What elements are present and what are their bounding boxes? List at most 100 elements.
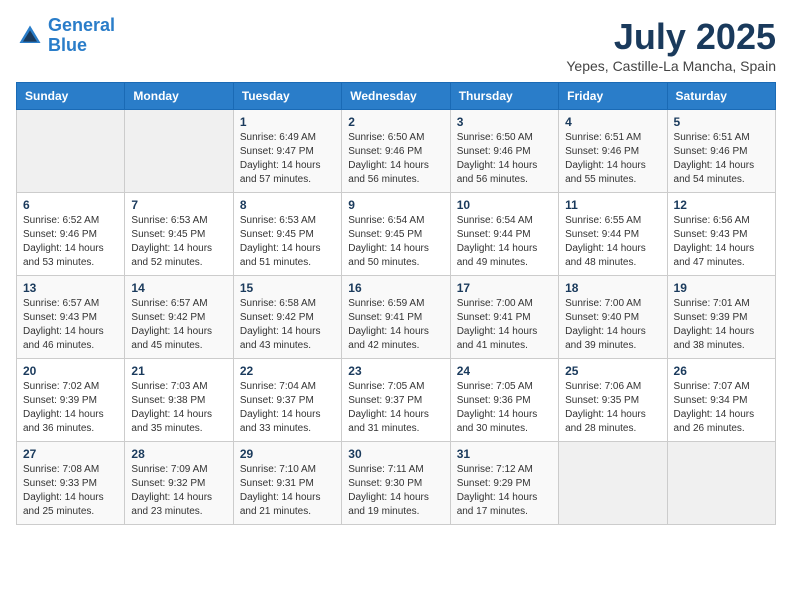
day-info: Sunrise: 7:06 AM Sunset: 9:35 PM Dayligh… bbox=[565, 380, 660, 436]
calendar-cell: 9 Sunrise: 6:54 AM Sunset: 9:45 PM Daylig… bbox=[342, 193, 450, 276]
day-info: Sunrise: 6:51 AM Sunset: 9:46 PM Dayligh… bbox=[674, 131, 769, 187]
day-number: 29 bbox=[240, 447, 335, 461]
calendar-cell: 13Sunrise: 6:57 AM Sunset: 9:43 PM Dayli… bbox=[17, 276, 125, 359]
calendar-cell: 3 Sunrise: 6:50 AM Sunset: 9:46 PM Daylig… bbox=[450, 110, 558, 193]
day-info: Sunrise: 6:56 AM Sunset: 9:43 PM Dayligh… bbox=[674, 214, 769, 270]
day-number: 22 bbox=[240, 364, 335, 378]
day-info: Sunrise: 7:11 AM Sunset: 9:30 PM Dayligh… bbox=[348, 463, 443, 519]
day-info: Sunrise: 7:01 AM Sunset: 9:39 PM Dayligh… bbox=[674, 297, 769, 353]
calendar-cell: 24Sunrise: 7:05 AM Sunset: 9:36 PM Dayli… bbox=[450, 359, 558, 442]
day-info: Sunrise: 6:59 AM Sunset: 9:41 PM Dayligh… bbox=[348, 297, 443, 353]
calendar-cell bbox=[17, 110, 125, 193]
logo-icon bbox=[16, 22, 44, 50]
weekday-header-thursday: Thursday bbox=[450, 83, 558, 110]
calendar-cell: 22 Sunrise: 7:04 AM Sunset: 9:37 PM Dayli… bbox=[233, 359, 341, 442]
day-number: 2 bbox=[348, 115, 443, 129]
calendar-week-2: 6 Sunrise: 6:52 AM Sunset: 9:46 PM Daylig… bbox=[17, 193, 776, 276]
calendar-cell: 15 Sunrise: 6:58 AM Sunset: 9:42 PM Dayli… bbox=[233, 276, 341, 359]
day-info: Sunrise: 7:09 AM Sunset: 9:32 PM Dayligh… bbox=[131, 463, 226, 519]
title-area: July 2025 Yepes, Castille-La Mancha, Spa… bbox=[566, 16, 776, 74]
day-number: 20 bbox=[23, 364, 118, 378]
day-info: Sunrise: 6:55 AM Sunset: 9:44 PM Dayligh… bbox=[565, 214, 660, 270]
day-number: 17 bbox=[457, 281, 552, 295]
day-info: Sunrise: 6:50 AM Sunset: 9:46 PM Dayligh… bbox=[348, 131, 443, 187]
calendar-cell: 16Sunrise: 6:59 AM Sunset: 9:41 PM Dayli… bbox=[342, 276, 450, 359]
day-number: 21 bbox=[131, 364, 226, 378]
calendar-cell: 23 Sunrise: 7:05 AM Sunset: 9:37 PM Dayli… bbox=[342, 359, 450, 442]
page-header: General Blue July 2025 Yepes, Castille-L… bbox=[16, 16, 776, 74]
calendar-cell: 26 Sunrise: 7:07 AM Sunset: 9:34 PM Dayli… bbox=[667, 359, 775, 442]
day-info: Sunrise: 6:57 AM Sunset: 9:42 PM Dayligh… bbox=[131, 297, 226, 353]
day-info: Sunrise: 7:04 AM Sunset: 9:37 PM Dayligh… bbox=[240, 380, 335, 436]
day-info: Sunrise: 7:02 AM Sunset: 9:39 PM Dayligh… bbox=[23, 380, 118, 436]
day-info: Sunrise: 7:10 AM Sunset: 9:31 PM Dayligh… bbox=[240, 463, 335, 519]
calendar-cell: 1 Sunrise: 6:49 AM Sunset: 9:47 PM Daylig… bbox=[233, 110, 341, 193]
calendar-cell: 29 Sunrise: 7:10 AM Sunset: 9:31 PM Dayli… bbox=[233, 442, 341, 525]
day-number: 28 bbox=[131, 447, 226, 461]
day-number: 1 bbox=[240, 115, 335, 129]
day-number: 4 bbox=[565, 115, 660, 129]
calendar-cell: 27Sunrise: 7:08 AM Sunset: 9:33 PM Dayli… bbox=[17, 442, 125, 525]
calendar-cell: 10 Sunrise: 6:54 AM Sunset: 9:44 PM Dayli… bbox=[450, 193, 558, 276]
calendar-cell: 20 Sunrise: 7:02 AM Sunset: 9:39 PM Dayli… bbox=[17, 359, 125, 442]
day-info: Sunrise: 6:52 AM Sunset: 9:46 PM Dayligh… bbox=[23, 214, 118, 270]
day-number: 30 bbox=[348, 447, 443, 461]
calendar-week-4: 20 Sunrise: 7:02 AM Sunset: 9:39 PM Dayli… bbox=[17, 359, 776, 442]
calendar-table: SundayMondayTuesdayWednesdayThursdayFrid… bbox=[16, 82, 776, 525]
day-number: 18 bbox=[565, 281, 660, 295]
day-number: 5 bbox=[674, 115, 769, 129]
calendar-title: July 2025 bbox=[566, 16, 776, 58]
day-number: 8 bbox=[240, 198, 335, 212]
calendar-cell: 18 Sunrise: 7:00 AM Sunset: 9:40 PM Dayli… bbox=[559, 276, 667, 359]
day-info: Sunrise: 7:03 AM Sunset: 9:38 PM Dayligh… bbox=[131, 380, 226, 436]
calendar-cell: 30 Sunrise: 7:11 AM Sunset: 9:30 PM Dayli… bbox=[342, 442, 450, 525]
day-info: Sunrise: 6:58 AM Sunset: 9:42 PM Dayligh… bbox=[240, 297, 335, 353]
calendar-week-5: 27Sunrise: 7:08 AM Sunset: 9:33 PM Dayli… bbox=[17, 442, 776, 525]
weekday-header-wednesday: Wednesday bbox=[342, 83, 450, 110]
calendar-cell bbox=[667, 442, 775, 525]
day-info: Sunrise: 6:54 AM Sunset: 9:45 PM Dayligh… bbox=[348, 214, 443, 270]
day-number: 15 bbox=[240, 281, 335, 295]
weekday-header-tuesday: Tuesday bbox=[233, 83, 341, 110]
calendar-cell: 31Sunrise: 7:12 AM Sunset: 9:29 PM Dayli… bbox=[450, 442, 558, 525]
calendar-cell: 5 Sunrise: 6:51 AM Sunset: 9:46 PM Daylig… bbox=[667, 110, 775, 193]
day-number: 23 bbox=[348, 364, 443, 378]
calendar-body: 1 Sunrise: 6:49 AM Sunset: 9:47 PM Daylig… bbox=[17, 110, 776, 525]
calendar-cell: 12 Sunrise: 6:56 AM Sunset: 9:43 PM Dayli… bbox=[667, 193, 775, 276]
calendar-cell: 25 Sunrise: 7:06 AM Sunset: 9:35 PM Dayli… bbox=[559, 359, 667, 442]
day-info: Sunrise: 7:00 AM Sunset: 9:40 PM Dayligh… bbox=[565, 297, 660, 353]
calendar-header: SundayMondayTuesdayWednesdayThursdayFrid… bbox=[17, 83, 776, 110]
calendar-cell bbox=[125, 110, 233, 193]
day-number: 9 bbox=[348, 198, 443, 212]
weekday-header-monday: Monday bbox=[125, 83, 233, 110]
day-info: Sunrise: 7:05 AM Sunset: 9:36 PM Dayligh… bbox=[457, 380, 552, 436]
weekday-header-sunday: Sunday bbox=[17, 83, 125, 110]
day-info: Sunrise: 7:07 AM Sunset: 9:34 PM Dayligh… bbox=[674, 380, 769, 436]
day-info: Sunrise: 6:49 AM Sunset: 9:47 PM Dayligh… bbox=[240, 131, 335, 187]
day-number: 14 bbox=[131, 281, 226, 295]
calendar-cell: 28 Sunrise: 7:09 AM Sunset: 9:32 PM Dayli… bbox=[125, 442, 233, 525]
calendar-cell: 19Sunrise: 7:01 AM Sunset: 9:39 PM Dayli… bbox=[667, 276, 775, 359]
day-info: Sunrise: 6:54 AM Sunset: 9:44 PM Dayligh… bbox=[457, 214, 552, 270]
calendar-cell: 17Sunrise: 7:00 AM Sunset: 9:41 PM Dayli… bbox=[450, 276, 558, 359]
calendar-subtitle: Yepes, Castille-La Mancha, Spain bbox=[566, 58, 776, 74]
day-number: 25 bbox=[565, 364, 660, 378]
day-info: Sunrise: 7:05 AM Sunset: 9:37 PM Dayligh… bbox=[348, 380, 443, 436]
day-info: Sunrise: 7:08 AM Sunset: 9:33 PM Dayligh… bbox=[23, 463, 118, 519]
day-number: 11 bbox=[565, 198, 660, 212]
day-number: 7 bbox=[131, 198, 226, 212]
calendar-cell: 6 Sunrise: 6:52 AM Sunset: 9:46 PM Daylig… bbox=[17, 193, 125, 276]
calendar-cell bbox=[559, 442, 667, 525]
day-number: 3 bbox=[457, 115, 552, 129]
day-number: 26 bbox=[674, 364, 769, 378]
logo-text: General Blue bbox=[48, 16, 115, 56]
logo: General Blue bbox=[16, 16, 115, 56]
day-number: 12 bbox=[674, 198, 769, 212]
calendar-week-3: 13Sunrise: 6:57 AM Sunset: 9:43 PM Dayli… bbox=[17, 276, 776, 359]
day-info: Sunrise: 6:53 AM Sunset: 9:45 PM Dayligh… bbox=[131, 214, 226, 270]
day-info: Sunrise: 6:57 AM Sunset: 9:43 PM Dayligh… bbox=[23, 297, 118, 353]
calendar-cell: 8Sunrise: 6:53 AM Sunset: 9:45 PM Daylig… bbox=[233, 193, 341, 276]
day-number: 6 bbox=[23, 198, 118, 212]
day-info: Sunrise: 6:50 AM Sunset: 9:46 PM Dayligh… bbox=[457, 131, 552, 187]
day-number: 10 bbox=[457, 198, 552, 212]
